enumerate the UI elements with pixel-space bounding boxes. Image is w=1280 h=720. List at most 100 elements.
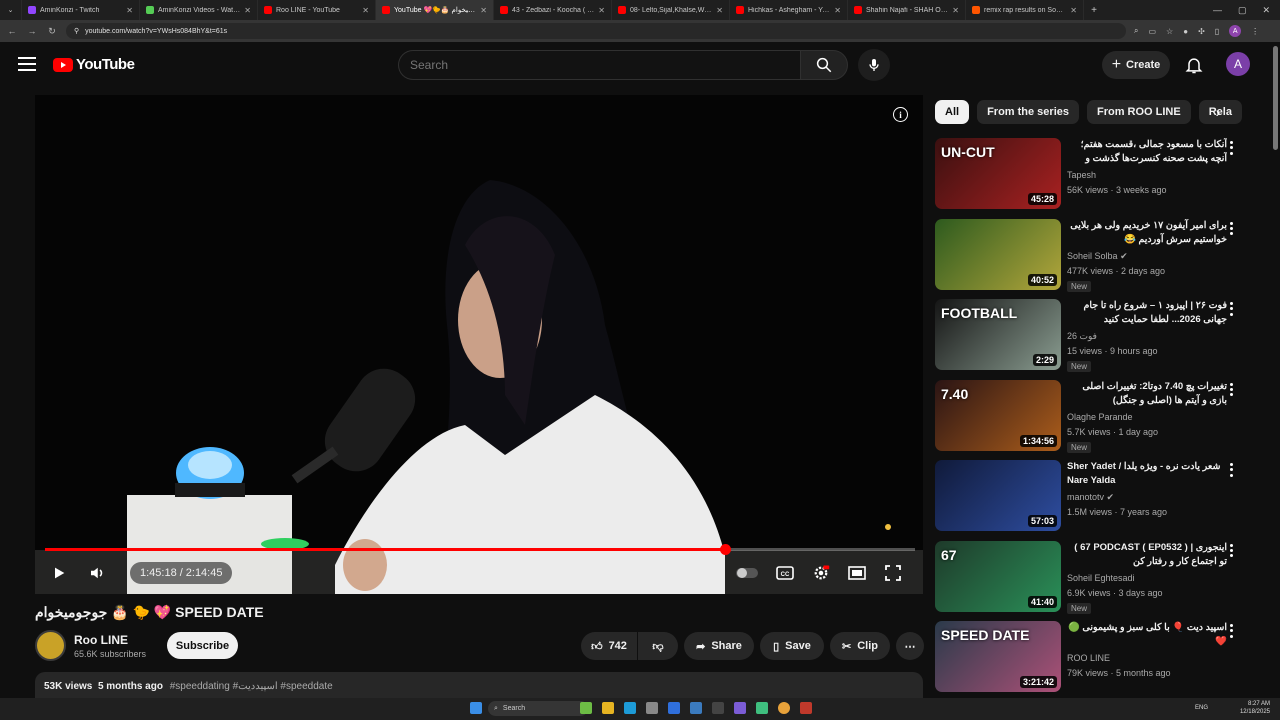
system-tray[interactable]: ENG 8:27 AM 12/18/2025: [1190, 700, 1270, 716]
more-vertical-icon[interactable]: [1227, 623, 1235, 639]
tab-close-icon[interactable]: ✕: [126, 6, 133, 15]
recommended-title[interactable]: تغییرات پچ 7.40 دوتا2: تغییرات اصلی بازی…: [1067, 380, 1227, 408]
tab-close-icon[interactable]: ✕: [1070, 6, 1077, 15]
new-tab-button[interactable]: +: [1084, 5, 1104, 16]
sidebar-icon[interactable]: ▯: [1215, 27, 1219, 36]
file-explorer-icon[interactable]: [602, 702, 614, 714]
progress-bar[interactable]: [45, 544, 915, 555]
browser-tab[interactable]: Shahin Najafi - SHAH Official M ✕: [848, 0, 966, 20]
more-vertical-icon[interactable]: [1227, 301, 1235, 317]
video-thumbnail[interactable]: FOOTBALL 2:29: [935, 299, 1061, 370]
taskbar-search[interactable]: ⌕ Search: [488, 701, 588, 716]
recommended-video[interactable]: 67 41:40 اینجوری | ( EP0532 ) 67 PODCAST )…: [935, 540, 1265, 614]
back-icon[interactable]: ←: [6, 26, 18, 36]
tab-close-icon[interactable]: ✕: [952, 6, 959, 15]
vscode-icon[interactable]: [690, 702, 702, 714]
close-window-icon[interactable]: ✕: [1262, 5, 1270, 16]
play-button[interactable]: [47, 561, 71, 585]
filter-chip[interactable]: From the series: [977, 100, 1079, 124]
app-icon-blue[interactable]: [668, 702, 680, 714]
subscribe-button[interactable]: Subscribe: [167, 632, 238, 659]
youtube-logo[interactable]: YouTube: [53, 56, 135, 73]
recommended-title[interactable]: اسپید دیت 🎈 با کلی سبز و پشیمونی 🟢 ❤️: [1067, 621, 1227, 649]
video-thumbnail[interactable]: 57:03: [935, 460, 1061, 531]
recommended-title[interactable]: برای امیر آیفون ۱۷ خریدیم ولی هر بلایی خ…: [1067, 219, 1227, 247]
browser-tab[interactable]: 43 - Zedbazi - Koocha ( Zedba ✕: [494, 0, 612, 20]
video-thumbnail[interactable]: 7.40 1:34:56: [935, 379, 1061, 451]
tab-close-icon[interactable]: ✕: [244, 6, 251, 15]
browser-tab[interactable]: AminKonzi Videos - Watch On✕: [140, 0, 258, 20]
save-button[interactable]: ▯ Save: [760, 632, 824, 660]
video-thumbnail[interactable]: 67 41:40: [935, 540, 1061, 612]
page-scrollbar[interactable]: [1273, 46, 1278, 150]
recommended-video[interactable]: 7.40 1:34:56 تغییرات پچ 7.40 دوتا2: تغییرا…: [935, 379, 1265, 453]
browser-tab[interactable]: Roo LINE - YouTube ✕: [258, 0, 376, 20]
recommended-video[interactable]: 57:03 Sher Yadet / شعر یادت نره - ویژه یل…: [935, 460, 1265, 532]
browser-tab[interactable]: YouTube 💖🐤🎂 جوجومیخوام ✕: [376, 0, 494, 20]
store-icon[interactable]: [646, 702, 658, 714]
recommended-title[interactable]: فوت ۲۶ | اپیزود ۱ – شروع راه تا جام جهان…: [1067, 299, 1227, 327]
recommended-channel[interactable]: فوت 26: [1067, 331, 1097, 342]
widgets-icon[interactable]: [580, 702, 592, 714]
recommended-channel[interactable]: Olaghe Parande: [1067, 412, 1133, 422]
recommended-channel[interactable]: manototv ✔︎: [1067, 492, 1114, 503]
more-vertical-icon[interactable]: [1227, 221, 1235, 237]
filter-chip[interactable]: From ROO LINE: [1086, 100, 1191, 124]
minimize-icon[interactable]: —: [1213, 5, 1222, 16]
cast-icon[interactable]: ▭: [1148, 27, 1156, 36]
create-button[interactable]: + Create: [1102, 51, 1170, 79]
dislike-button[interactable]: 👎︎: [638, 632, 678, 660]
extensions-puzzle-icon[interactable]: ✣: [1198, 27, 1205, 36]
recommended-title[interactable]: اینجوری | ( EP0532 ) 67 PODCAST ) تو اجت…: [1067, 541, 1227, 569]
recommended-video[interactable]: FOOTBALL 2:29 فوت ۲۶ | اپیزود ۱ – شروع راه…: [935, 299, 1265, 372]
chevron-right-icon[interactable]: ›: [1208, 102, 1228, 122]
windows-start-icon[interactable]: [470, 702, 482, 714]
search-input[interactable]: [398, 50, 800, 80]
browser-tab[interactable]: AminKonzi - Twitch ✕: [22, 0, 140, 20]
edge-icon[interactable]: [624, 702, 636, 714]
tab-close-icon[interactable]: ✕: [598, 6, 605, 15]
autoplay-toggle[interactable]: [735, 561, 759, 585]
search-button[interactable]: [800, 50, 848, 80]
more-vertical-icon[interactable]: [1227, 140, 1235, 156]
hashtags[interactable]: #speeddating #اسپیددیت #speeddate: [170, 681, 333, 692]
channel-name[interactable]: Roo LINE: [74, 633, 128, 647]
browser-tab[interactable]: remix rap results on SoundClou ✕: [966, 0, 1084, 20]
settings-button[interactable]: [809, 561, 833, 585]
chrome-icon[interactable]: [778, 702, 790, 714]
video-thumbnail[interactable]: SPEED DATE 3:21:42: [935, 621, 1061, 692]
recommended-video[interactable]: SPEED DATE 3:21:42 اسپید دیت 🎈 با کلی سبز …: [935, 621, 1265, 693]
miniplayer-button[interactable]: [845, 561, 869, 585]
url-field[interactable]: ⚲ youtube.com/watch?v=YWsHs084BhY&t=61s: [66, 23, 1126, 39]
tab-close-icon[interactable]: ✕: [716, 6, 723, 15]
reload-icon[interactable]: ↻: [46, 26, 58, 37]
tab-close-icon[interactable]: ✕: [834, 6, 841, 15]
filter-chip[interactable]: All: [935, 100, 970, 124]
recommended-video[interactable]: UN-CUT 45:28 آنکات با مسعود جمالی ،قسمت هف…: [935, 138, 1265, 210]
terminal-icon[interactable]: [712, 702, 724, 714]
channel-avatar[interactable]: [35, 630, 66, 661]
browser-profile-avatar[interactable]: A: [1229, 25, 1242, 37]
clip-button[interactable]: ✂ Clip: [830, 632, 890, 660]
app-icon-green[interactable]: [756, 702, 768, 714]
zoom-icon[interactable]: ⌕: [1134, 26, 1138, 36]
forward-icon[interactable]: →: [26, 26, 38, 36]
tab-search-icon[interactable]: ⌄: [0, 0, 22, 20]
maximize-icon[interactable]: ▢: [1238, 5, 1247, 16]
mute-button[interactable]: [85, 561, 109, 585]
bookmark-star-icon[interactable]: ☆: [1166, 27, 1173, 36]
browser-tab[interactable]: 08- Lelto,Sijal,Khalse,Wilson,S ✕: [612, 0, 730, 20]
recommended-title[interactable]: آنکات با مسعود جمالی ،قسمت هفتم؛ آنچه پش…: [1067, 138, 1227, 166]
hamburger-menu-icon[interactable]: [18, 57, 36, 71]
video-player[interactable]: i 1:45:18 / 2:14:45 CC: [35, 95, 923, 594]
recommended-title[interactable]: Sher Yadet / شعر یادت نره - ویژه یلدا Na…: [1067, 460, 1227, 488]
app-icon-red[interactable]: [800, 702, 812, 714]
video-thumbnail[interactable]: 40:52: [935, 218, 1061, 290]
more-vertical-icon[interactable]: [1227, 462, 1235, 478]
tab-close-icon[interactable]: ✕: [480, 6, 487, 15]
discord-icon[interactable]: [734, 702, 746, 714]
notifications-button[interactable]: [1184, 55, 1204, 75]
recommended-channel[interactable]: Soheil Solba ✔︎: [1067, 251, 1128, 262]
voice-search-button[interactable]: [858, 49, 890, 81]
video-thumbnail[interactable]: UN-CUT 45:28: [935, 138, 1061, 209]
